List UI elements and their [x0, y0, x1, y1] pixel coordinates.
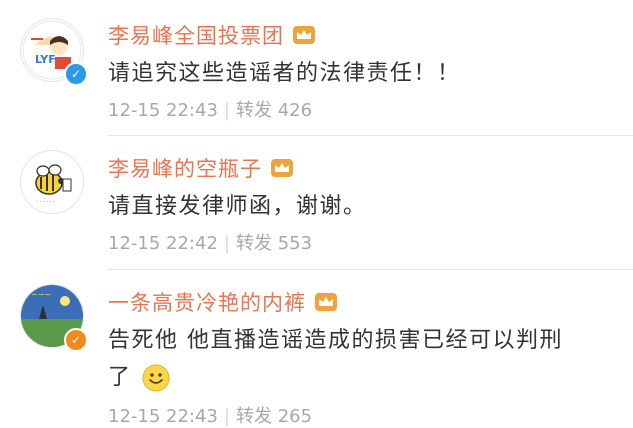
username[interactable]: 李易峰的空瓶子 [108, 153, 262, 183]
comment-text-line2: 了 [108, 365, 132, 390]
comment-text-continued: 了 [108, 356, 170, 400]
divider [108, 135, 633, 136]
timestamp: 12-15 22:42 [108, 233, 218, 254]
verified-icon: ✓ [64, 62, 88, 86]
divider [108, 269, 633, 270]
timestamp: 12-15 22:43 [108, 406, 218, 427]
crown-icon[interactable] [270, 158, 294, 178]
avatar[interactable]: · · · · · · [20, 150, 84, 214]
forward-label: 转发 [235, 100, 272, 121]
forward-label: 转发 [235, 233, 272, 254]
comment-text: 告死他 他直播造谣造成的损害已经可以判刑 [108, 328, 563, 353]
svg-text:· · · · · ·: · · · · · · [37, 199, 55, 205]
comment-meta: 12-15 22:42 | 转发 553 [108, 233, 313, 254]
svg-text:~~~: ~~~ [31, 290, 51, 299]
forward-button[interactable]: 转发 265 [236, 406, 312, 427]
smile-emoji-icon [142, 364, 170, 392]
comment-meta: 12-15 22:43 | 转发 265 [108, 406, 313, 427]
forward-label: 转发 [235, 406, 272, 427]
comment-text: 请追究这些造谣者的法律责任！！ [108, 61, 461, 86]
username[interactable]: 李易峰全国投票团 [108, 20, 284, 50]
forward-button[interactable]: 转发 553 [236, 233, 312, 254]
username[interactable]: 一条高贵冷艳的内裤 [108, 287, 306, 317]
forward-count: 265 [277, 406, 313, 427]
avatar-text: LYF [35, 53, 56, 66]
crown-icon[interactable] [314, 292, 338, 312]
forward-count: 426 [277, 100, 313, 121]
timestamp: 12-15 22:43 [108, 100, 218, 121]
forward-count: 553 [277, 233, 313, 254]
comment-text: 请直接发律师函，谢谢。 [108, 194, 367, 219]
comment-meta: 12-15 22:43 | 转发 426 [108, 100, 313, 121]
crown-icon[interactable] [292, 25, 316, 45]
forward-button[interactable]: 转发 426 [236, 100, 312, 121]
verified-icon: ✓ [64, 328, 88, 352]
